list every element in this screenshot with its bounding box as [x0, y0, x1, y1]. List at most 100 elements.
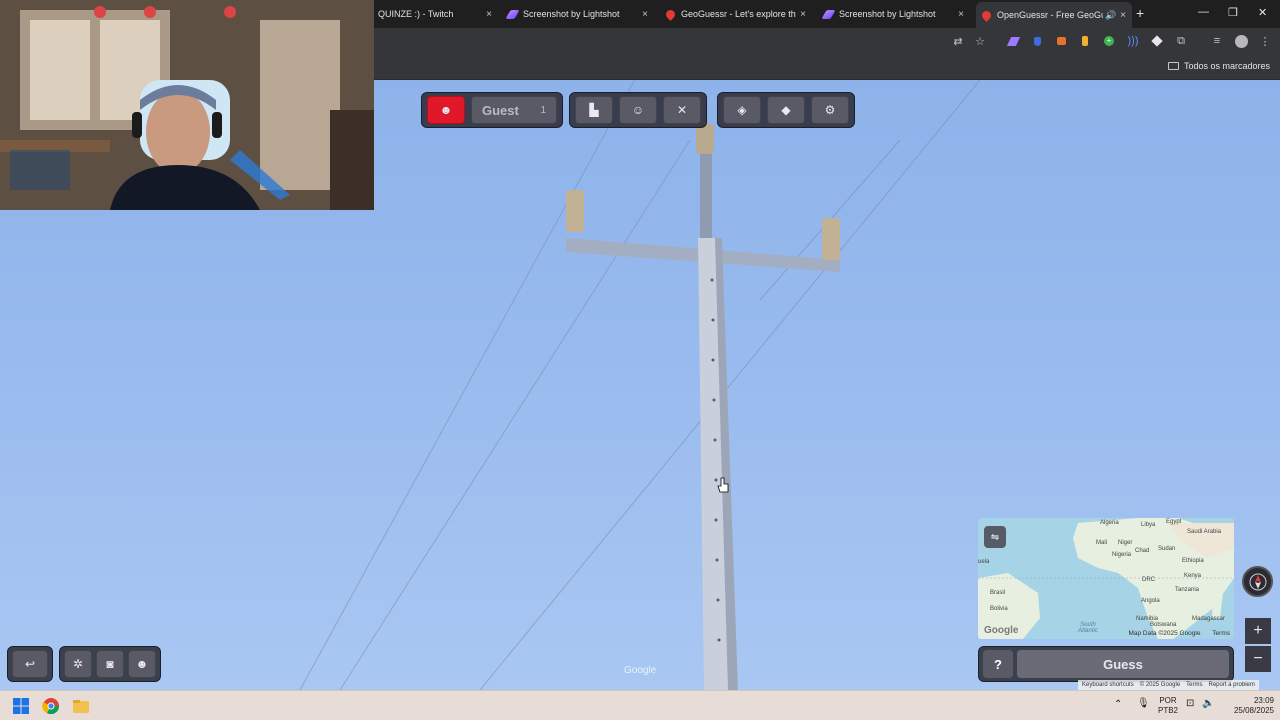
extension-plus-icon[interactable]: + — [1102, 34, 1116, 48]
discord-button[interactable]: ◙ — [96, 650, 124, 678]
tab-geoguessr[interactable]: GeoGuessr - Let's explore the w × — [660, 3, 812, 25]
close-icon[interactable]: × — [486, 9, 492, 20]
tab-lightshot-2[interactable]: Screenshot by Lightshot × — [818, 3, 970, 25]
language-indicator[interactable]: POR PTB2 — [1156, 696, 1180, 716]
chrome-icon[interactable] — [42, 697, 60, 715]
browser-menu-icon[interactable]: ⋮ — [1258, 34, 1272, 48]
address-bar[interactable] — [380, 31, 940, 53]
minimize-button[interactable]: — — [1198, 6, 1209, 18]
extension-lightshot-icon[interactable] — [1006, 34, 1020, 48]
windows-start-icon[interactable] — [12, 697, 30, 715]
tab-twitch[interactable]: QUINZE :) - Twitch × — [372, 3, 498, 25]
insulator-right — [822, 218, 840, 260]
lightshot-icon — [505, 9, 520, 19]
user-icon: ☻ — [439, 103, 453, 117]
network-icon[interactable]: ⊡ — [1186, 699, 1194, 709]
social-hud: ✲ ◙ ☻ — [59, 646, 161, 682]
maximize-button[interactable]: ❐ — [1228, 6, 1238, 19]
map-google-logo: Google — [984, 625, 1019, 636]
windows-taskbar: ⌃ 🎙 POR PTB2 ⊡ 🔈 23:09 25/08/2025 — [0, 690, 1280, 720]
gear-icon: ⚙ — [824, 103, 836, 117]
podium-icon: ▙ — [589, 103, 599, 117]
help-button[interactable]: ? — [983, 650, 1013, 678]
streetview-google-watermark: Google — [624, 665, 657, 676]
extensions-puzzle-icon[interactable]: ⧉ — [1174, 34, 1188, 48]
extension-wave-icon[interactable]: ))) — [1126, 34, 1140, 48]
extension-shield-icon[interactable] — [1030, 34, 1044, 48]
volume-icon[interactable]: 🔈 — [1202, 699, 1214, 709]
profile-avatar[interactable] — [1234, 34, 1248, 48]
graduation-cap-icon: ◆ — [781, 103, 791, 117]
close-icon[interactable]: × — [642, 9, 648, 20]
crossed-swords-icon: ✕ — [676, 103, 688, 117]
guess-minimap[interactable]: Algeria Libya Egypt Saudi Arabia Mali Ni… — [978, 518, 1234, 639]
guess-button[interactable]: Guess — [1017, 650, 1229, 678]
map-filter-button[interactable]: ⇋ — [984, 526, 1006, 548]
return-arrow-icon: ↩ — [24, 657, 36, 671]
webcam-scene — [0, 0, 374, 210]
insulator-top — [696, 124, 714, 154]
sliders-icon: ⇋ — [990, 531, 1000, 543]
discord-icon: ◙ — [106, 657, 114, 671]
bookmarks-folder-all[interactable]: Todos os marcadores — [1167, 61, 1270, 71]
bug-icon: ✲ — [72, 657, 84, 671]
plus-icon: + — [1253, 622, 1263, 639]
map-terms-link[interactable]: Terms — [1212, 630, 1230, 637]
tab-lightshot-1[interactable]: Screenshot by Lightshot × — [502, 3, 654, 25]
file-explorer-icon[interactable] — [72, 697, 90, 715]
guest-name: Guest — [482, 102, 519, 118]
player-button[interactable]: ☻ — [427, 96, 465, 124]
zoom-out-button[interactable]: − — [1245, 646, 1271, 672]
streetview-footer: Keyboard shortcuts © 2025 Google Terms R… — [1078, 680, 1259, 690]
close-window-button[interactable]: ✕ — [1258, 6, 1267, 19]
multiplayer-button[interactable]: ☺ — [619, 96, 657, 124]
extension-diamond-icon[interactable] — [1150, 34, 1164, 48]
player-count: 1 — [540, 104, 546, 116]
reddit-button[interactable]: ☻ — [128, 650, 156, 678]
extension-fox-icon[interactable] — [1054, 34, 1068, 48]
new-tab-button[interactable]: + — [1136, 5, 1144, 21]
return-hud: ↩ — [7, 646, 53, 682]
terms-link[interactable]: Terms — [1186, 682, 1202, 688]
report-problem-link[interactable]: Report a problem — [1209, 682, 1255, 688]
power-line — [339, 139, 691, 690]
map-attribution: Map Data ©2025 Google Terms — [1128, 630, 1230, 637]
guess-bar: ? Guess — [978, 646, 1234, 682]
media-control-icon[interactable]: ≡ — [1210, 34, 1224, 48]
layers-icon: ◈ — [737, 103, 747, 117]
report-bug-button[interactable]: ✲ — [64, 650, 92, 678]
mode-hud: ▙ ☺ ✕ — [569, 92, 707, 128]
pole-top — [700, 140, 712, 240]
translate-icon[interactable]: ⇄ — [951, 34, 965, 48]
insulator-left — [566, 190, 584, 232]
close-icon[interactable]: × — [1120, 10, 1126, 21]
return-to-start-button[interactable]: ↩ — [12, 650, 48, 678]
guest-player-pill[interactable]: Guest 1 — [471, 96, 557, 124]
tab-openguessr[interactable]: OpenGuessr - Free GeoGue 🔊 × — [976, 2, 1132, 28]
clock[interactable]: 23:09 25/08/2025 — [1224, 696, 1274, 716]
tray-overflow-icon[interactable]: ⌃ — [1114, 700, 1122, 710]
minus-icon: − — [1253, 650, 1263, 667]
reddit-icon: ☻ — [135, 657, 149, 671]
layers-button[interactable]: ◈ — [723, 96, 761, 124]
close-icon[interactable]: × — [958, 9, 964, 20]
lightshot-icon — [821, 9, 836, 19]
microphone-icon[interactable]: 🎙 — [1137, 699, 1150, 709]
battle-button[interactable]: ✕ — [663, 96, 701, 124]
close-icon[interactable]: × — [800, 9, 806, 20]
settings-button[interactable]: ⚙ — [811, 96, 849, 124]
learn-button[interactable]: ◆ — [767, 96, 805, 124]
zoom-in-button[interactable]: + — [1245, 618, 1271, 644]
openguessr-icon — [980, 8, 993, 22]
extension-key-icon[interactable] — [1078, 34, 1092, 48]
webcam-overlay — [0, 0, 374, 210]
folder-icon — [1167, 62, 1179, 70]
speaker-icon[interactable]: 🔊 — [1105, 10, 1116, 21]
leaderboard-button[interactable]: ▙ — [575, 96, 613, 124]
keyboard-shortcuts-link[interactable]: Keyboard shortcuts — [1082, 682, 1134, 688]
bookmark-star-icon[interactable]: ☆ — [973, 34, 987, 48]
settings-hud: ◈ ◆ ⚙ — [717, 92, 855, 128]
people-icon: ☺ — [631, 103, 645, 117]
player-hud: ☻ Guest 1 — [421, 92, 563, 128]
compass-icon[interactable] — [1242, 566, 1273, 597]
